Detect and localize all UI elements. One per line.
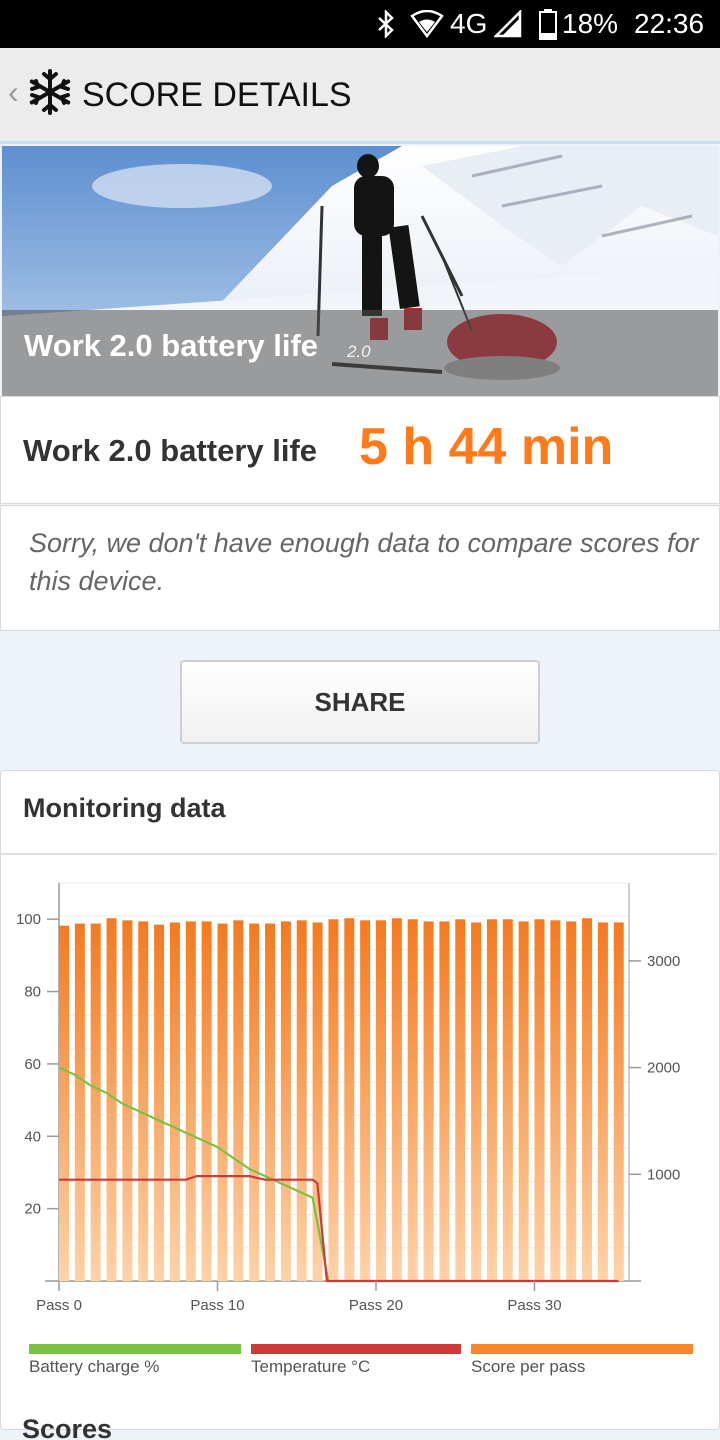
x-tick-label: Pass 20: [349, 1297, 403, 1314]
score-bar: [249, 923, 260, 1281]
status-bar: 4G 18% 22:36: [0, 0, 720, 48]
score-bar: [486, 919, 497, 1281]
notice-text: Sorry, we don't have enough data to comp…: [29, 528, 699, 596]
x-tick-label: Pass 0: [36, 1297, 82, 1314]
score-bar: [233, 920, 244, 1281]
legend-label-temperature: Temperature °C: [251, 1357, 371, 1376]
network-type: 4G: [450, 8, 488, 39]
score-bar: [328, 919, 339, 1281]
signal-icon: [494, 10, 522, 38]
legend-label-battery: Battery charge %: [29, 1357, 160, 1376]
score-bar: [582, 918, 593, 1281]
legend-swatch-temperature: [251, 1344, 461, 1354]
right-tick-label: 1000: [647, 1166, 680, 1183]
scores-heading: Scores: [22, 1414, 113, 1440]
score-bar: [90, 923, 101, 1281]
page-title: SCORE DETAILS: [82, 76, 352, 114]
score-bar: [122, 920, 133, 1281]
score-bar: [265, 923, 276, 1281]
right-tick-label: 2000: [647, 1060, 680, 1077]
monitoring-card: Monitoring data 20 40 60 80 100 1000 2000 3000 P…: [0, 770, 720, 1430]
score-bar: [217, 923, 228, 1281]
score-bar: [423, 921, 434, 1281]
benchmark-hero-image: Work 2.0 battery life 2.0: [2, 146, 718, 396]
left-tick-label: 100: [16, 911, 41, 928]
app-bar: ‹ SCORE DETAILS: [0, 48, 720, 144]
left-tick-label: 60: [24, 1056, 41, 1073]
battery-percent: 18%: [562, 8, 619, 39]
wifi-icon: [410, 10, 444, 38]
left-tick-label: 80: [24, 984, 41, 1001]
score-bar: [376, 920, 386, 1281]
share-button[interactable]: SHARE: [180, 660, 540, 744]
score-bar: [550, 920, 561, 1281]
clock: 22:36: [634, 8, 705, 39]
score-bar: [344, 918, 355, 1281]
score-bar: [280, 921, 291, 1281]
left-tick-label: 40: [24, 1128, 41, 1145]
score-bar: [391, 918, 402, 1281]
hero-version: 2.0: [347, 342, 371, 361]
hero-title: Work 2.0 battery life: [24, 328, 319, 363]
score-bar: [74, 923, 85, 1281]
result-value: 5 h 44 min: [359, 418, 614, 476]
x-tick-label: Pass 30: [507, 1297, 561, 1314]
legend-swatch-battery: [29, 1344, 241, 1354]
notice-card: Sorry, we don't have enough data to comp…: [0, 505, 720, 631]
score-bar: [201, 921, 212, 1281]
result-label: Work 2.0 battery life: [23, 433, 318, 468]
legend-label-score: Score per pass: [471, 1357, 586, 1376]
score-bar: [154, 924, 165, 1281]
score-bar: [613, 922, 624, 1281]
bluetooth-icon: [378, 10, 394, 38]
x-tick-label: Pass 10: [190, 1297, 244, 1314]
score-bar: [360, 920, 371, 1281]
score-bar: [439, 921, 450, 1281]
score-bar: [471, 922, 482, 1281]
score-bar: [502, 919, 513, 1281]
legend-swatch-score: [471, 1344, 693, 1354]
right-tick-label: 3000: [647, 953, 680, 970]
score-bar: [597, 922, 608, 1281]
score-bar: [455, 919, 466, 1281]
battery-icon: [539, 9, 557, 40]
score-bar: [534, 919, 545, 1281]
score-bar: [407, 919, 418, 1281]
result-card: Work 2.0 battery life 5 h 44 min: [0, 396, 720, 504]
left-tick-label: 20: [24, 1201, 41, 1218]
monitoring-chart: 20 40 60 80 100 1000 2000 3000 Pass 0 Pass 10 Pass…: [16, 882, 680, 1314]
back-chevron-icon[interactable]: ‹: [8, 74, 19, 111]
score-bar: [138, 921, 149, 1281]
monitoring-title: Monitoring data: [23, 793, 226, 823]
score-bar: [185, 921, 196, 1281]
score-bar: [296, 920, 307, 1281]
snowflake-logo-icon[interactable]: [26, 68, 74, 116]
score-bar: [59, 925, 69, 1281]
score-bar: [169, 922, 180, 1281]
score-bar: [566, 921, 577, 1281]
score-bar: [518, 921, 529, 1281]
